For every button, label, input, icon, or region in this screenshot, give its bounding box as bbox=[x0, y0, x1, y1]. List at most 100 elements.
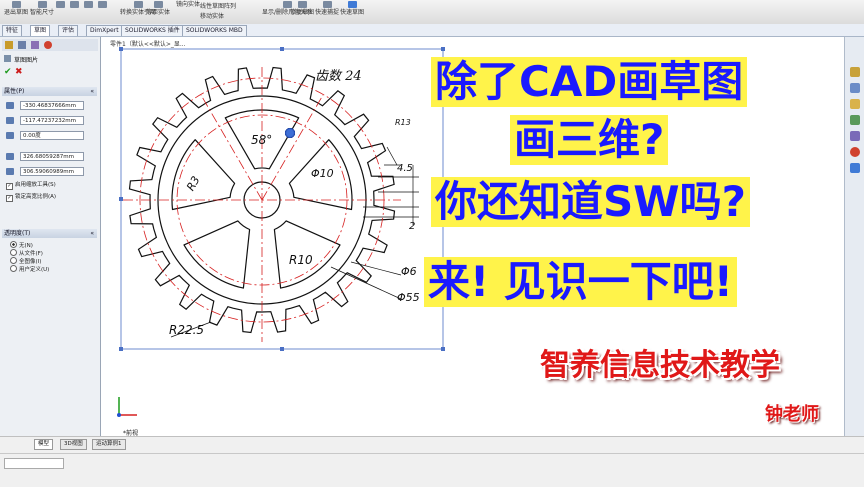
overlay-line-1: 除了CAD画草图 bbox=[431, 57, 748, 107]
appearances-icon[interactable] bbox=[850, 147, 860, 157]
rectangle-tool-button[interactable] bbox=[70, 1, 79, 9]
brand-title: 智养信息技术教学 bbox=[540, 348, 780, 383]
tab-solidworks-mbd[interactable]: SOLIDWORKS MBD bbox=[182, 25, 247, 36]
configuration-icon[interactable] bbox=[31, 41, 39, 49]
dim-phi55: Φ55 bbox=[397, 291, 420, 304]
quick-snaps-icon bbox=[322, 1, 332, 8]
origin-triad-icon bbox=[117, 397, 137, 417]
teacher-name: 钟老师 bbox=[765, 404, 819, 425]
tab-solidworks-addins[interactable]: SOLIDWORKS 插件 bbox=[121, 25, 184, 36]
sketch-picture-icon bbox=[4, 55, 11, 62]
dim-r13: R13 bbox=[395, 118, 411, 127]
repair-sketch-icon bbox=[297, 1, 307, 8]
x-position-field[interactable]: -330.46837666mm bbox=[20, 101, 84, 110]
width-field[interactable]: 326.68059287mm bbox=[20, 152, 84, 161]
divider bbox=[0, 453, 864, 454]
y-position-field[interactable]: -117.47237232mm bbox=[20, 116, 84, 125]
radio-user-defined[interactable]: 用户定义(U) bbox=[10, 265, 49, 274]
frame-handles[interactable] bbox=[119, 47, 445, 351]
exit-sketch-icon bbox=[11, 1, 21, 8]
offset-entities-icon bbox=[153, 1, 163, 8]
center-lines bbox=[123, 67, 401, 342]
dim-r10: R10 bbox=[289, 253, 313, 267]
rapid-sketch-button[interactable]: 快速草图 bbox=[340, 1, 364, 16]
smart-dimension-button[interactable]: 智能尺寸 bbox=[30, 1, 54, 16]
collapse-icon: « bbox=[90, 88, 94, 95]
property-manager-icon[interactable] bbox=[18, 41, 26, 49]
enable-scale-tool-checkbox[interactable]: ✓ 启用缩放工具(S) bbox=[6, 181, 56, 190]
angle-icon bbox=[6, 132, 14, 139]
custom-properties-icon[interactable] bbox=[850, 163, 860, 173]
tab-evaluate[interactable]: 评估 bbox=[58, 25, 79, 36]
convert-entities-icon bbox=[133, 1, 143, 8]
circle-icon bbox=[84, 1, 93, 8]
tab-sketch[interactable]: 草图 bbox=[30, 25, 51, 36]
width-icon bbox=[6, 153, 14, 160]
web-cutout bbox=[171, 139, 236, 211]
bottom-bar: 模型 3D视图 运动算例1 bbox=[0, 436, 864, 487]
move-entities-button[interactable]: 移动实体 bbox=[200, 13, 224, 20]
radio-icon bbox=[10, 265, 17, 272]
line-icon bbox=[56, 1, 65, 8]
rectangle-icon bbox=[70, 1, 79, 8]
overlay-line-4: 来! 见识一下吧! bbox=[424, 257, 737, 307]
angle-field[interactable]: 0.00度 bbox=[20, 131, 84, 140]
linear-pattern-button[interactable]: 线性草图阵列 bbox=[200, 3, 236, 10]
radio-selected-icon bbox=[10, 241, 17, 248]
appearance-icon[interactable] bbox=[44, 41, 52, 49]
rapid-sketch-icon bbox=[347, 1, 357, 8]
overlay-line-2: 画三维? bbox=[510, 115, 669, 165]
dim-phi10: Φ10 bbox=[311, 167, 334, 180]
x-position-icon bbox=[6, 102, 14, 109]
collapse-icon: « bbox=[90, 230, 94, 237]
y-position-icon bbox=[6, 117, 14, 124]
command-manager-tabs: 特征 草图 评估 DimXpert SOLIDWORKS 插件 SOLIDWOR… bbox=[0, 24, 864, 37]
property-manager: 草图图片 ✔ ✖ 属性(P) « -330.46837666mm -117.472… bbox=[0, 37, 101, 436]
tab-model[interactable]: 模型 bbox=[34, 439, 54, 450]
tab-3d-views[interactable]: 3D视图 bbox=[60, 439, 87, 450]
dim-2: 2 bbox=[409, 221, 416, 232]
arc-tool-button[interactable] bbox=[98, 1, 107, 9]
teeth-count-label: 齿数 24 bbox=[315, 69, 362, 84]
mirror-entities-button[interactable]: 镜向实体 bbox=[176, 1, 200, 8]
dim-phi6: Φ6 bbox=[401, 265, 417, 278]
task-pane bbox=[844, 37, 864, 436]
dim-4-5: 4.5 bbox=[397, 163, 413, 174]
cursor-origin-icon bbox=[284, 127, 296, 139]
ok-button[interactable]: ✔ bbox=[4, 67, 12, 77]
tab-features[interactable]: 特征 bbox=[2, 25, 23, 36]
panel-icon-tabs bbox=[2, 39, 98, 51]
tab-motion-study[interactable]: 运动算例1 bbox=[92, 439, 126, 450]
sketch-toolbar: 退出草图 智能尺寸 转换实体引用 等距实体 镜向实体 线性草图阵列 移动实体 显… bbox=[0, 0, 864, 25]
status-field[interactable] bbox=[4, 458, 64, 469]
transparency-header[interactable]: 透明度(T) « bbox=[2, 229, 97, 238]
resources-icon[interactable] bbox=[850, 83, 860, 93]
feature-tree-icon[interactable] bbox=[5, 41, 13, 49]
dim-58-deg: 58° bbox=[251, 133, 273, 147]
file-explorer-icon[interactable] bbox=[850, 115, 860, 125]
circle-tool-button[interactable] bbox=[84, 1, 93, 9]
arc-icon bbox=[98, 1, 107, 8]
design-library-icon[interactable] bbox=[850, 99, 860, 109]
properties-header[interactable]: 属性(P) « bbox=[2, 87, 97, 96]
home-icon[interactable] bbox=[850, 67, 860, 77]
lock-aspect-ratio-checkbox[interactable]: ✓ 锁定高宽比例(A) bbox=[6, 193, 56, 202]
cancel-button[interactable]: ✖ bbox=[15, 67, 23, 77]
view-palette-icon[interactable] bbox=[850, 131, 860, 141]
check-icon: ✓ bbox=[6, 183, 13, 190]
check-icon: ✓ bbox=[6, 195, 13, 202]
dim-r22-5: R22.5 bbox=[169, 323, 205, 337]
picture-frame[interactable] bbox=[120, 48, 444, 350]
exit-sketch-button[interactable]: 退出草图 bbox=[4, 1, 28, 16]
smart-dimension-icon bbox=[37, 1, 47, 8]
tab-dimxpert[interactable]: DimXpert bbox=[86, 25, 123, 36]
height-field[interactable]: 306.59060989mm bbox=[20, 167, 84, 176]
overlay-line-3: 你还知道SW吗? bbox=[431, 177, 750, 227]
line-tool-button[interactable] bbox=[56, 1, 65, 9]
offset-entities-button[interactable]: 等距实体 bbox=[146, 1, 170, 16]
radio-icon bbox=[10, 249, 17, 256]
breadcrumb[interactable]: 零件1（默认<<默认>_显... bbox=[110, 39, 186, 48]
quick-snaps-button[interactable]: 快速捕捉 bbox=[315, 1, 339, 16]
height-icon bbox=[6, 168, 14, 175]
repair-sketch-button[interactable]: 修复草图 bbox=[290, 1, 314, 16]
